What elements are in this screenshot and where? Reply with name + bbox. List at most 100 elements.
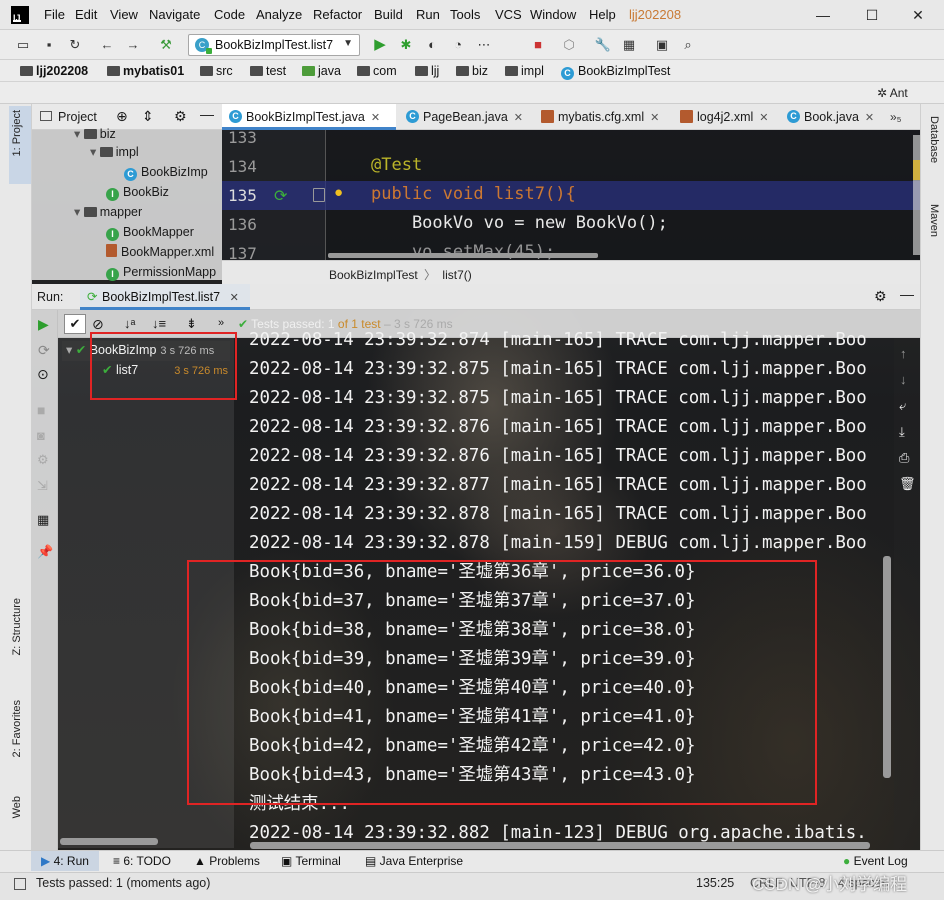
export-icon[interactable]: ⇲	[37, 478, 48, 494]
breadcrumb-project[interactable]: ljj202208	[20, 63, 88, 79]
java-enterprise-tool-tab[interactable]: ▤ Java Enterprise	[365, 853, 463, 869]
breadcrumb-class[interactable]: C BookBizImplTest	[561, 63, 670, 80]
close-tab-icon[interactable]: ✕	[371, 112, 380, 124]
project-structure-grid-icon[interactable]: ▦	[620, 36, 638, 54]
search-icon[interactable]: ⌕	[679, 36, 697, 54]
terminal-window-icon[interactable]: ▣	[653, 36, 671, 54]
show-passed-toggle[interactable]: ✔	[64, 314, 86, 334]
close-tab-icon[interactable]: ✕	[650, 112, 659, 124]
editor-crumb-class[interactable]: BookBizImplTest	[329, 268, 418, 282]
breadcrumb-module[interactable]: mybatis01	[107, 63, 184, 79]
open-folder-icon[interactable]: ▭	[14, 36, 32, 54]
tree-node-permissionmapper[interactable]: I PermissionMapp	[106, 262, 216, 282]
run-icon[interactable]: ▶	[371, 36, 389, 54]
web-tool-tab[interactable]: Web	[11, 796, 25, 818]
more-tabs-icon[interactable]: »₅	[890, 110, 902, 124]
build-hammer-icon[interactable]: ⚒	[157, 36, 175, 54]
console-horizontal-scrollbar[interactable]	[250, 842, 870, 849]
tree-node-biz[interactable]: ▾ biz	[74, 124, 116, 144]
menu-build[interactable]: Build	[374, 7, 403, 22]
console-vertical-scrollbar[interactable]	[883, 556, 891, 778]
breadcrumb-ljj[interactable]: ljj	[415, 63, 439, 79]
expand-all-icon[interactable]: ⇟	[186, 316, 197, 332]
scroll-down-icon[interactable]: ↓	[900, 372, 907, 387]
close-window-button[interactable]: ✕	[906, 5, 930, 25]
tree-node-bookmapper[interactable]: I BookMapper	[106, 222, 194, 242]
more-actions-icon[interactable]: »	[218, 317, 224, 329]
event-log-tool-tab[interactable]: ● Event Log	[843, 853, 908, 869]
structure-tool-tab[interactable]: Z: Structure	[11, 598, 25, 655]
soft-wrap-icon[interactable]: ⤶	[899, 398, 906, 414]
menu-refactor[interactable]: Refactor	[313, 7, 362, 22]
menu-code[interactable]: Code	[214, 7, 245, 22]
menu-help[interactable]: Help	[589, 7, 616, 22]
terminal-tool-tab[interactable]: ▣ Terminal	[281, 853, 341, 869]
rerun-failed-icon[interactable]: ⟳	[38, 342, 50, 359]
close-tab-icon[interactable]: ✕	[759, 112, 768, 124]
tree-node-bookbiz[interactable]: I BookBiz	[106, 182, 169, 202]
maximize-button[interactable]: ☐	[860, 5, 884, 25]
synchronize-icon[interactable]: ↻	[66, 36, 84, 54]
maven-tool-tab[interactable]: Maven	[924, 204, 940, 237]
breadcrumb-impl[interactable]: impl	[505, 63, 544, 79]
close-tab-icon[interactable]: ✕	[514, 112, 523, 124]
status-message[interactable]: Tests passed: 1 (moments ago)	[36, 876, 210, 890]
camera-icon[interactable]: ◙	[37, 428, 45, 443]
stop-run-icon[interactable]: ■	[37, 402, 45, 418]
print-icon[interactable]: ⎙	[899, 450, 909, 466]
menu-file[interactable]: File	[44, 7, 65, 22]
debug-icon[interactable]: ✱	[397, 36, 415, 54]
sort-by-duration-icon[interactable]: ↓≡	[152, 316, 166, 331]
more-run-icon[interactable]: ⋯	[475, 36, 493, 54]
profile-icon[interactable]: ◔	[449, 36, 467, 54]
show-ignored-icon[interactable]: ⊘	[92, 316, 104, 333]
rerun-icon[interactable]: ▶	[38, 316, 49, 333]
collapse-all-icon[interactable]: ⇕	[142, 108, 154, 125]
breadcrumb-biz[interactable]: biz	[456, 63, 488, 79]
breadcrumb-test[interactable]: test	[250, 63, 286, 79]
scroll-to-end-icon[interactable]: ⤓	[899, 424, 905, 440]
project-tool-tab[interactable]: 1: Project	[11, 110, 25, 156]
back-icon[interactable]: ←	[98, 36, 116, 54]
dump-threads-icon[interactable]: ⚙	[37, 452, 49, 468]
menu-vcs[interactable]: VCS	[495, 7, 522, 22]
gear-icon[interactable]: ⚙	[174, 108, 187, 125]
minimize-button[interactable]: —	[811, 5, 835, 25]
favorites-tool-tab[interactable]: 2: Favorites	[11, 700, 25, 757]
problems-tool-tab[interactable]: ▲ Problems	[194, 853, 260, 869]
close-tab-icon[interactable]: ✕	[230, 292, 239, 304]
tab-log4j2[interactable]: log4j2.xml ✕	[673, 104, 775, 130]
tab-pagebean[interactable]: C PageBean.java ✕	[399, 104, 531, 130]
tab-bookbizimpltest[interactable]: C BookBizImplTest.java ✕	[222, 104, 396, 130]
tree-node-bookmapper-xml[interactable]: BookMapper.xml	[106, 242, 214, 262]
forward-icon[interactable]: →	[124, 36, 142, 54]
sort-alphabetically-icon[interactable]: ↓ᵃ	[124, 316, 135, 331]
save-all-icon[interactable]: ▪	[40, 36, 58, 54]
run-tool-tab[interactable]: ▶ 4: Run	[41, 853, 89, 869]
intention-bulb-icon[interactable]: ●	[334, 184, 343, 201]
menu-run[interactable]: Run	[416, 7, 440, 22]
breadcrumb-java[interactable]: java	[302, 63, 341, 79]
menu-window[interactable]: Window	[530, 7, 576, 22]
run-test-gutter-icon[interactable]: ⟳	[274, 186, 287, 206]
toggle-tool-windows-icon[interactable]	[14, 878, 26, 890]
stop-icon[interactable]: ■	[529, 36, 547, 54]
tree-horizontal-scrollbar[interactable]	[60, 838, 158, 845]
fold-marker-icon[interactable]	[313, 188, 325, 202]
run-configuration-select[interactable]: C BookBizImplTest.list7 ▼	[188, 34, 360, 56]
coverage-icon[interactable]: ◐	[423, 36, 441, 54]
pin-icon[interactable]: 📌	[37, 544, 53, 560]
menu-tools[interactable]: Tools	[450, 7, 480, 22]
run-tab[interactable]: ⟳ BookBizImplTest.list7 ✕	[80, 284, 250, 310]
project-panel-title[interactable]: Project	[58, 110, 97, 124]
scroll-up-icon[interactable]: ↑	[900, 346, 907, 361]
tree-node-impl[interactable]: ▾ impl	[90, 142, 139, 162]
toggle-auto-test-icon[interactable]: ⊙	[37, 366, 49, 383]
menu-edit[interactable]: Edit	[75, 7, 97, 22]
locate-target-icon[interactable]: ⊕	[116, 108, 128, 125]
menu-navigate[interactable]: Navigate	[149, 7, 200, 22]
database-tool-tab[interactable]: Database	[924, 116, 940, 163]
breadcrumb-com[interactable]: com	[357, 63, 397, 79]
tab-mybatis-cfg[interactable]: mybatis.cfg.xml ✕	[534, 104, 668, 130]
editor-warning-marker[interactable]	[913, 160, 920, 180]
